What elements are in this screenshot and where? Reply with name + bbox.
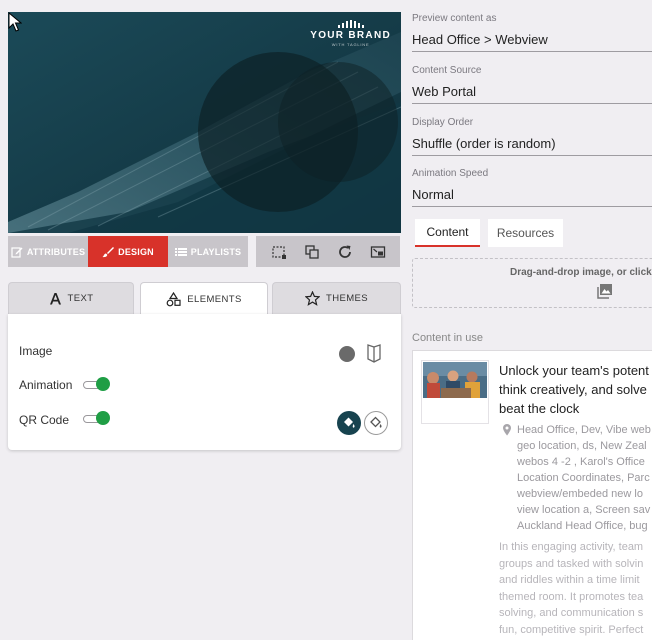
text-icon	[49, 293, 61, 305]
content-title-line: beat the clock	[499, 401, 580, 416]
image-upload-icon	[597, 284, 612, 299]
content-card[interactable]: Unlock your team's potent think creative…	[412, 350, 652, 640]
mouse-cursor-icon	[8, 12, 22, 32]
description-line: and riddles within a time limit	[499, 574, 640, 586]
shapes-icon	[166, 291, 181, 306]
attributes-label: ATTRIBUTES	[26, 246, 86, 257]
tab-elements-label: ELEMENTS	[187, 293, 242, 305]
tab-content[interactable]: Content	[415, 219, 480, 247]
crop-icon	[271, 245, 286, 259]
animation-label: Animation	[19, 378, 73, 392]
animation-toggle[interactable]	[83, 377, 111, 393]
tab-text-label: TEXT	[67, 293, 94, 304]
image-label: Image	[19, 344, 53, 358]
dropzone-text: Drag-and-drop image, or click	[510, 267, 652, 278]
display-order-field[interactable]: Display Order Shuffle (order is random)	[412, 117, 652, 156]
content-title-line: think creatively, and solve	[499, 382, 647, 397]
location-line: geo location, ds, New Zeal	[517, 440, 647, 452]
design-tabs: TEXT ELEMENTS THEMES	[8, 282, 401, 315]
content-title-line: Unlock your team's potent	[499, 363, 649, 378]
animation-speed-label: Animation Speed	[412, 168, 489, 179]
paint-bucket-icon	[370, 416, 382, 428]
image-dropzone[interactable]: Drag-and-drop image, or click	[412, 258, 652, 308]
elements-panel: Image Animation QR Code	[8, 314, 401, 450]
content-source-value: Web Portal	[412, 84, 477, 99]
open-book-icon[interactable]	[365, 344, 383, 364]
toggle-knob	[96, 377, 110, 391]
star-icon	[305, 291, 320, 306]
refresh-icon	[338, 245, 351, 258]
design-button[interactable]: DESIGN	[88, 236, 168, 267]
mode-bar: ATTRIBUTES DESIGN PLAYLISTS	[8, 236, 248, 267]
display-order-value: Shuffle (order is random)	[412, 136, 556, 151]
paint-bucket-icon	[344, 417, 355, 428]
copy-icon	[304, 244, 319, 259]
content-title: Unlock your team's potent think creative…	[499, 361, 652, 418]
design-label: DESIGN	[118, 246, 154, 257]
playlists-button[interactable]: PLAYLISTS	[168, 236, 248, 267]
tab-themes[interactable]: THEMES	[272, 282, 401, 314]
tab-elements[interactable]: ELEMENTS	[140, 282, 268, 315]
tab-resources[interactable]: Resources	[488, 219, 563, 247]
edit-icon	[11, 246, 23, 258]
content-description: In this engaging activity, team groups a…	[499, 539, 652, 638]
description-line: In this engaging activity, team	[499, 541, 644, 553]
location-pin-icon	[503, 424, 511, 436]
description-line: solving, and communication s	[499, 607, 644, 619]
content-thumbnail-frame	[421, 360, 489, 424]
animation-speed-value: Normal	[412, 187, 454, 202]
qr-code-label: QR Code	[19, 413, 70, 427]
content-preview[interactable]: YOUR BRAND WITH TAGLINE	[8, 12, 401, 233]
playlists-label: PLAYLISTS	[190, 246, 242, 257]
preview-as-field[interactable]: Preview content as Head Office > Webview	[412, 13, 652, 52]
preview-as-label: Preview content as	[412, 13, 497, 24]
content-source-label: Content Source	[412, 65, 482, 76]
brand-tagline: WITH TAGLINE	[331, 42, 370, 47]
content-source-field[interactable]: Content Source Web Portal	[412, 65, 652, 104]
dark-fill-button[interactable]	[337, 411, 361, 435]
description-line: groups and tasked with solvin	[499, 557, 644, 570]
preview-toolbar	[256, 236, 400, 267]
preview-as-value: Head Office > Webview	[412, 32, 548, 47]
content-thumbnail	[423, 362, 487, 398]
light-fill-button[interactable]	[364, 411, 388, 435]
brush-icon	[102, 246, 115, 257]
location-line: view location a, Screen sav	[517, 504, 651, 516]
content-locations: Head Office, Dev, Vibe web geo location,…	[517, 422, 652, 534]
content-in-use-label: Content in use	[412, 332, 483, 344]
qr-code-toggle[interactable]	[83, 411, 111, 427]
refresh-button[interactable]	[334, 241, 356, 263]
attributes-button[interactable]: ATTRIBUTES	[8, 236, 88, 267]
tab-themes-label: THEMES	[326, 293, 368, 304]
location-line: Auckland Head Office, bug	[517, 520, 648, 532]
description-line: fun, competitive spirit. Perfect	[499, 623, 644, 636]
location-line: Location Coordinates, Parc	[517, 472, 650, 484]
display-order-label: Display Order	[412, 117, 474, 128]
toggle-knob	[96, 411, 110, 425]
animation-speed-field[interactable]: Animation Speed Normal	[412, 168, 652, 207]
location-line: webos 4 -2 , Karol's Office	[517, 456, 645, 468]
team-photo-thumbnail	[423, 362, 487, 398]
location-line: webview/embeded new lo	[517, 488, 643, 500]
description-line: themed room. It promotes tea	[499, 590, 644, 603]
brand-logo: YOUR BRAND WITH TAGLINE	[310, 20, 391, 47]
circle-shape-icon[interactable]	[339, 346, 355, 362]
crop-button[interactable]	[268, 241, 290, 263]
tab-text[interactable]: TEXT	[8, 282, 134, 314]
location-line: Head Office, Dev, Vibe web	[517, 424, 651, 436]
duplicate-button[interactable]	[301, 241, 323, 263]
picture-in-picture-icon	[370, 245, 385, 258]
brand-name: YOUR BRAND	[310, 30, 391, 41]
brand-mark	[310, 20, 391, 28]
picture-in-picture-button[interactable]	[367, 241, 389, 263]
list-icon	[174, 247, 187, 256]
